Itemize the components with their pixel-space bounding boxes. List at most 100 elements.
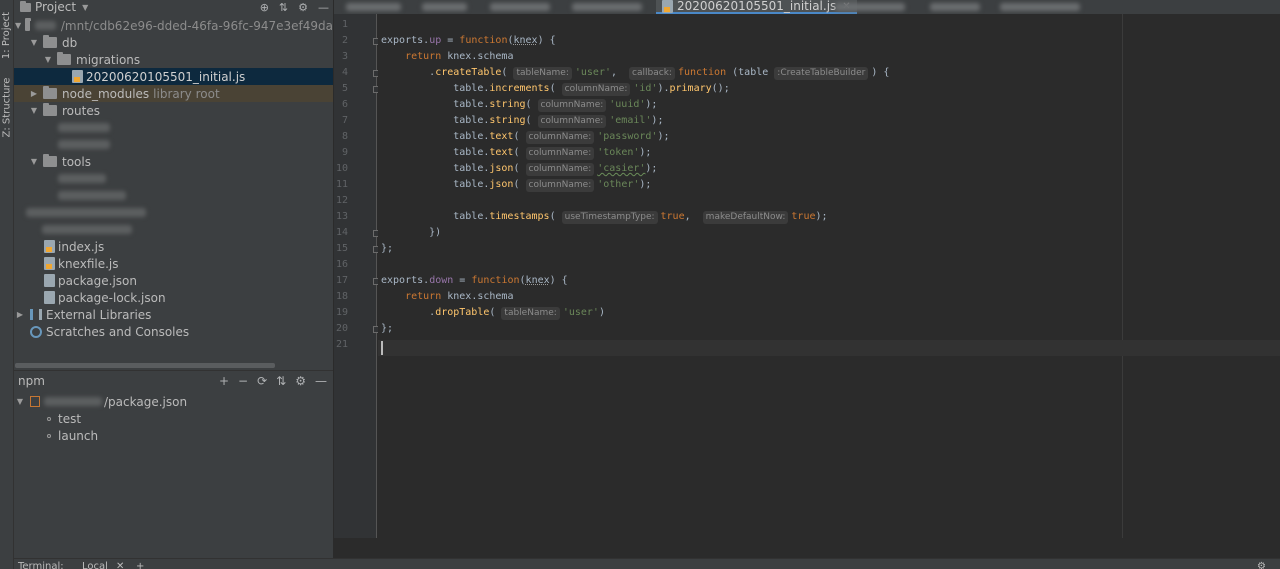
line-number: 8 xyxy=(341,131,348,142)
tree-item-redacted[interactable] xyxy=(14,170,333,187)
js-file-icon xyxy=(44,257,55,270)
tree-item-label: db xyxy=(62,35,78,50)
editor-tab[interactable] xyxy=(484,0,556,14)
collapse-icon[interactable]: ⇅ xyxy=(276,374,286,388)
code-line-10: table.json( columnName:'casier'); xyxy=(381,163,658,176)
tree-item-db[interactable]: ▼ db xyxy=(14,34,333,51)
code-line-9: table.text( columnName:'token'); xyxy=(381,147,652,160)
expanded-arrow-icon: ▼ xyxy=(16,397,24,406)
line-number: 12 xyxy=(335,195,348,206)
js-file-icon xyxy=(662,0,673,13)
tree-root[interactable]: ▼ /mnt/cdb62e96-dded-46fa-96fc-947e3ef49… xyxy=(14,17,333,34)
tree-item-initial-migration[interactable]: 20200620105501_initial.js xyxy=(14,68,333,85)
npm-script-test[interactable]: test xyxy=(14,410,81,427)
code-line-14: }) xyxy=(381,227,442,238)
code-line-4: .createTable( tableName:'user', callback… xyxy=(381,67,890,80)
folder-icon xyxy=(43,103,57,116)
tree-item-scratches[interactable]: Scratches and Consoles xyxy=(14,323,333,340)
tree-item-external-libraries[interactable]: ▶ External Libraries xyxy=(14,306,333,323)
editor-tab[interactable] xyxy=(340,0,407,14)
tree-item-tools[interactable]: ▼ tools xyxy=(14,153,333,170)
structure-tool-tab-label: Z: Structure xyxy=(1,77,13,137)
tree-item-index-js[interactable]: index.js xyxy=(14,238,333,255)
js-file-icon xyxy=(44,240,55,253)
right-margin-guide xyxy=(1122,14,1123,538)
redacted-name xyxy=(58,174,106,183)
locate-icon[interactable]: ⊕ xyxy=(260,1,269,14)
structure-tool-tab[interactable]: Z: Structure xyxy=(0,72,14,142)
tree-item-redacted[interactable] xyxy=(14,187,333,204)
code-line-6: table.string( columnName:'uuid'); xyxy=(381,99,658,112)
remove-icon[interactable]: − xyxy=(238,374,248,388)
editor-tab[interactable] xyxy=(416,0,473,14)
project-icon xyxy=(20,0,31,12)
json-file-icon xyxy=(44,274,55,287)
tree-item-package-lock-json[interactable]: package-lock.json xyxy=(14,289,333,306)
tree-item-routes[interactable]: ▼ routes xyxy=(14,102,333,119)
expanded-arrow-icon: ▼ xyxy=(30,157,38,166)
refresh-icon[interactable]: ⟳ xyxy=(257,374,267,388)
gear-icon[interactable]: ⚙ xyxy=(1257,561,1266,569)
project-tool-tab[interactable]: 1: Project xyxy=(0,0,14,70)
root-path: /mnt/cdb62e96-dded-46fa-96fc-947e3ef49da xyxy=(60,18,333,33)
package-json-icon xyxy=(30,396,40,407)
line-number: 7 xyxy=(341,115,348,126)
code-line-5: table.increments( columnName:'id').prima… xyxy=(381,83,730,96)
minimize-icon[interactable]: — xyxy=(315,374,327,388)
tree-item-label: tools xyxy=(62,154,91,169)
npm-package[interactable]: ▼ /package.json xyxy=(14,393,187,410)
horizontal-scrollbar[interactable] xyxy=(15,363,275,368)
terminal-local-tab[interactable]: Local xyxy=(82,561,108,569)
folder-icon xyxy=(43,35,57,48)
redacted-name xyxy=(44,397,102,406)
scratches-icon xyxy=(30,325,42,338)
code-line-19: .dropTable( tableName:'user') xyxy=(381,307,605,320)
tree-item-knexfile-js[interactable]: knexfile.js xyxy=(14,255,333,272)
tree-item-migrations[interactable]: ▼ migrations xyxy=(14,51,333,68)
gear-icon[interactable]: ⚙ xyxy=(298,1,308,14)
tree-item-redacted[interactable] xyxy=(14,119,333,136)
tree-item-node-modules[interactable]: ▶ node_modules library root xyxy=(14,85,333,102)
script-bullet-icon xyxy=(47,433,51,438)
project-header-actions: ⊕ ⇅ ⚙ — xyxy=(260,0,329,14)
tree-item-redacted[interactable] xyxy=(14,204,333,221)
redacted-tab xyxy=(1000,3,1080,11)
tree-item-package-json[interactable]: package.json xyxy=(14,272,333,289)
close-icon[interactable]: ✕ xyxy=(116,561,124,569)
code-line-7: table.string( columnName:'email'); xyxy=(381,115,664,128)
gear-icon[interactable]: ⚙ xyxy=(295,374,306,388)
code-line-18: return knex.schema xyxy=(405,291,514,302)
chevron-down-icon[interactable]: ▼ xyxy=(82,3,88,12)
script-bullet-icon xyxy=(47,416,51,421)
redacted-tab xyxy=(422,3,467,11)
tree-item-redacted[interactable] xyxy=(14,221,333,238)
expanded-arrow-icon: ▼ xyxy=(15,21,22,30)
redacted-tab xyxy=(930,3,980,11)
left-tool-strip: 1: Project Z: Structure xyxy=(0,0,14,569)
redacted-name xyxy=(58,123,110,132)
editor-tab[interactable] xyxy=(566,0,648,14)
code-line-3: return knex.schema xyxy=(405,51,514,62)
tree-item-redacted[interactable] xyxy=(14,136,333,153)
line-number: 21 xyxy=(335,339,348,350)
editor-tab[interactable] xyxy=(924,0,986,14)
collapse-icon[interactable]: ⇅ xyxy=(279,1,288,14)
expanded-arrow-icon: ▼ xyxy=(30,106,38,115)
line-number: 4 xyxy=(341,67,348,78)
tab-initial-migration[interactable]: 20200620105501_initial.js ✕ xyxy=(656,0,857,14)
add-icon[interactable]: + xyxy=(219,374,229,388)
project-tool-tab-label: 1: Project xyxy=(1,11,13,59)
minimize-icon[interactable]: — xyxy=(318,1,329,14)
npm-package-label: /package.json xyxy=(104,394,188,409)
npm-script-launch[interactable]: launch xyxy=(14,427,98,444)
terminal-tab[interactable]: Terminal: xyxy=(18,561,64,569)
redacted-tab xyxy=(490,3,550,11)
code-line-15: }; xyxy=(381,243,394,254)
editor-tab[interactable] xyxy=(829,0,911,14)
line-number: 20 xyxy=(335,323,348,334)
add-icon[interactable]: + xyxy=(136,561,144,569)
project-panel-title[interactable]: Project xyxy=(35,0,76,14)
tree-item-label: package-lock.json xyxy=(58,290,166,305)
editor-tab[interactable] xyxy=(994,0,1086,14)
code-line-2: exports.up = function(knex) { xyxy=(381,35,556,46)
